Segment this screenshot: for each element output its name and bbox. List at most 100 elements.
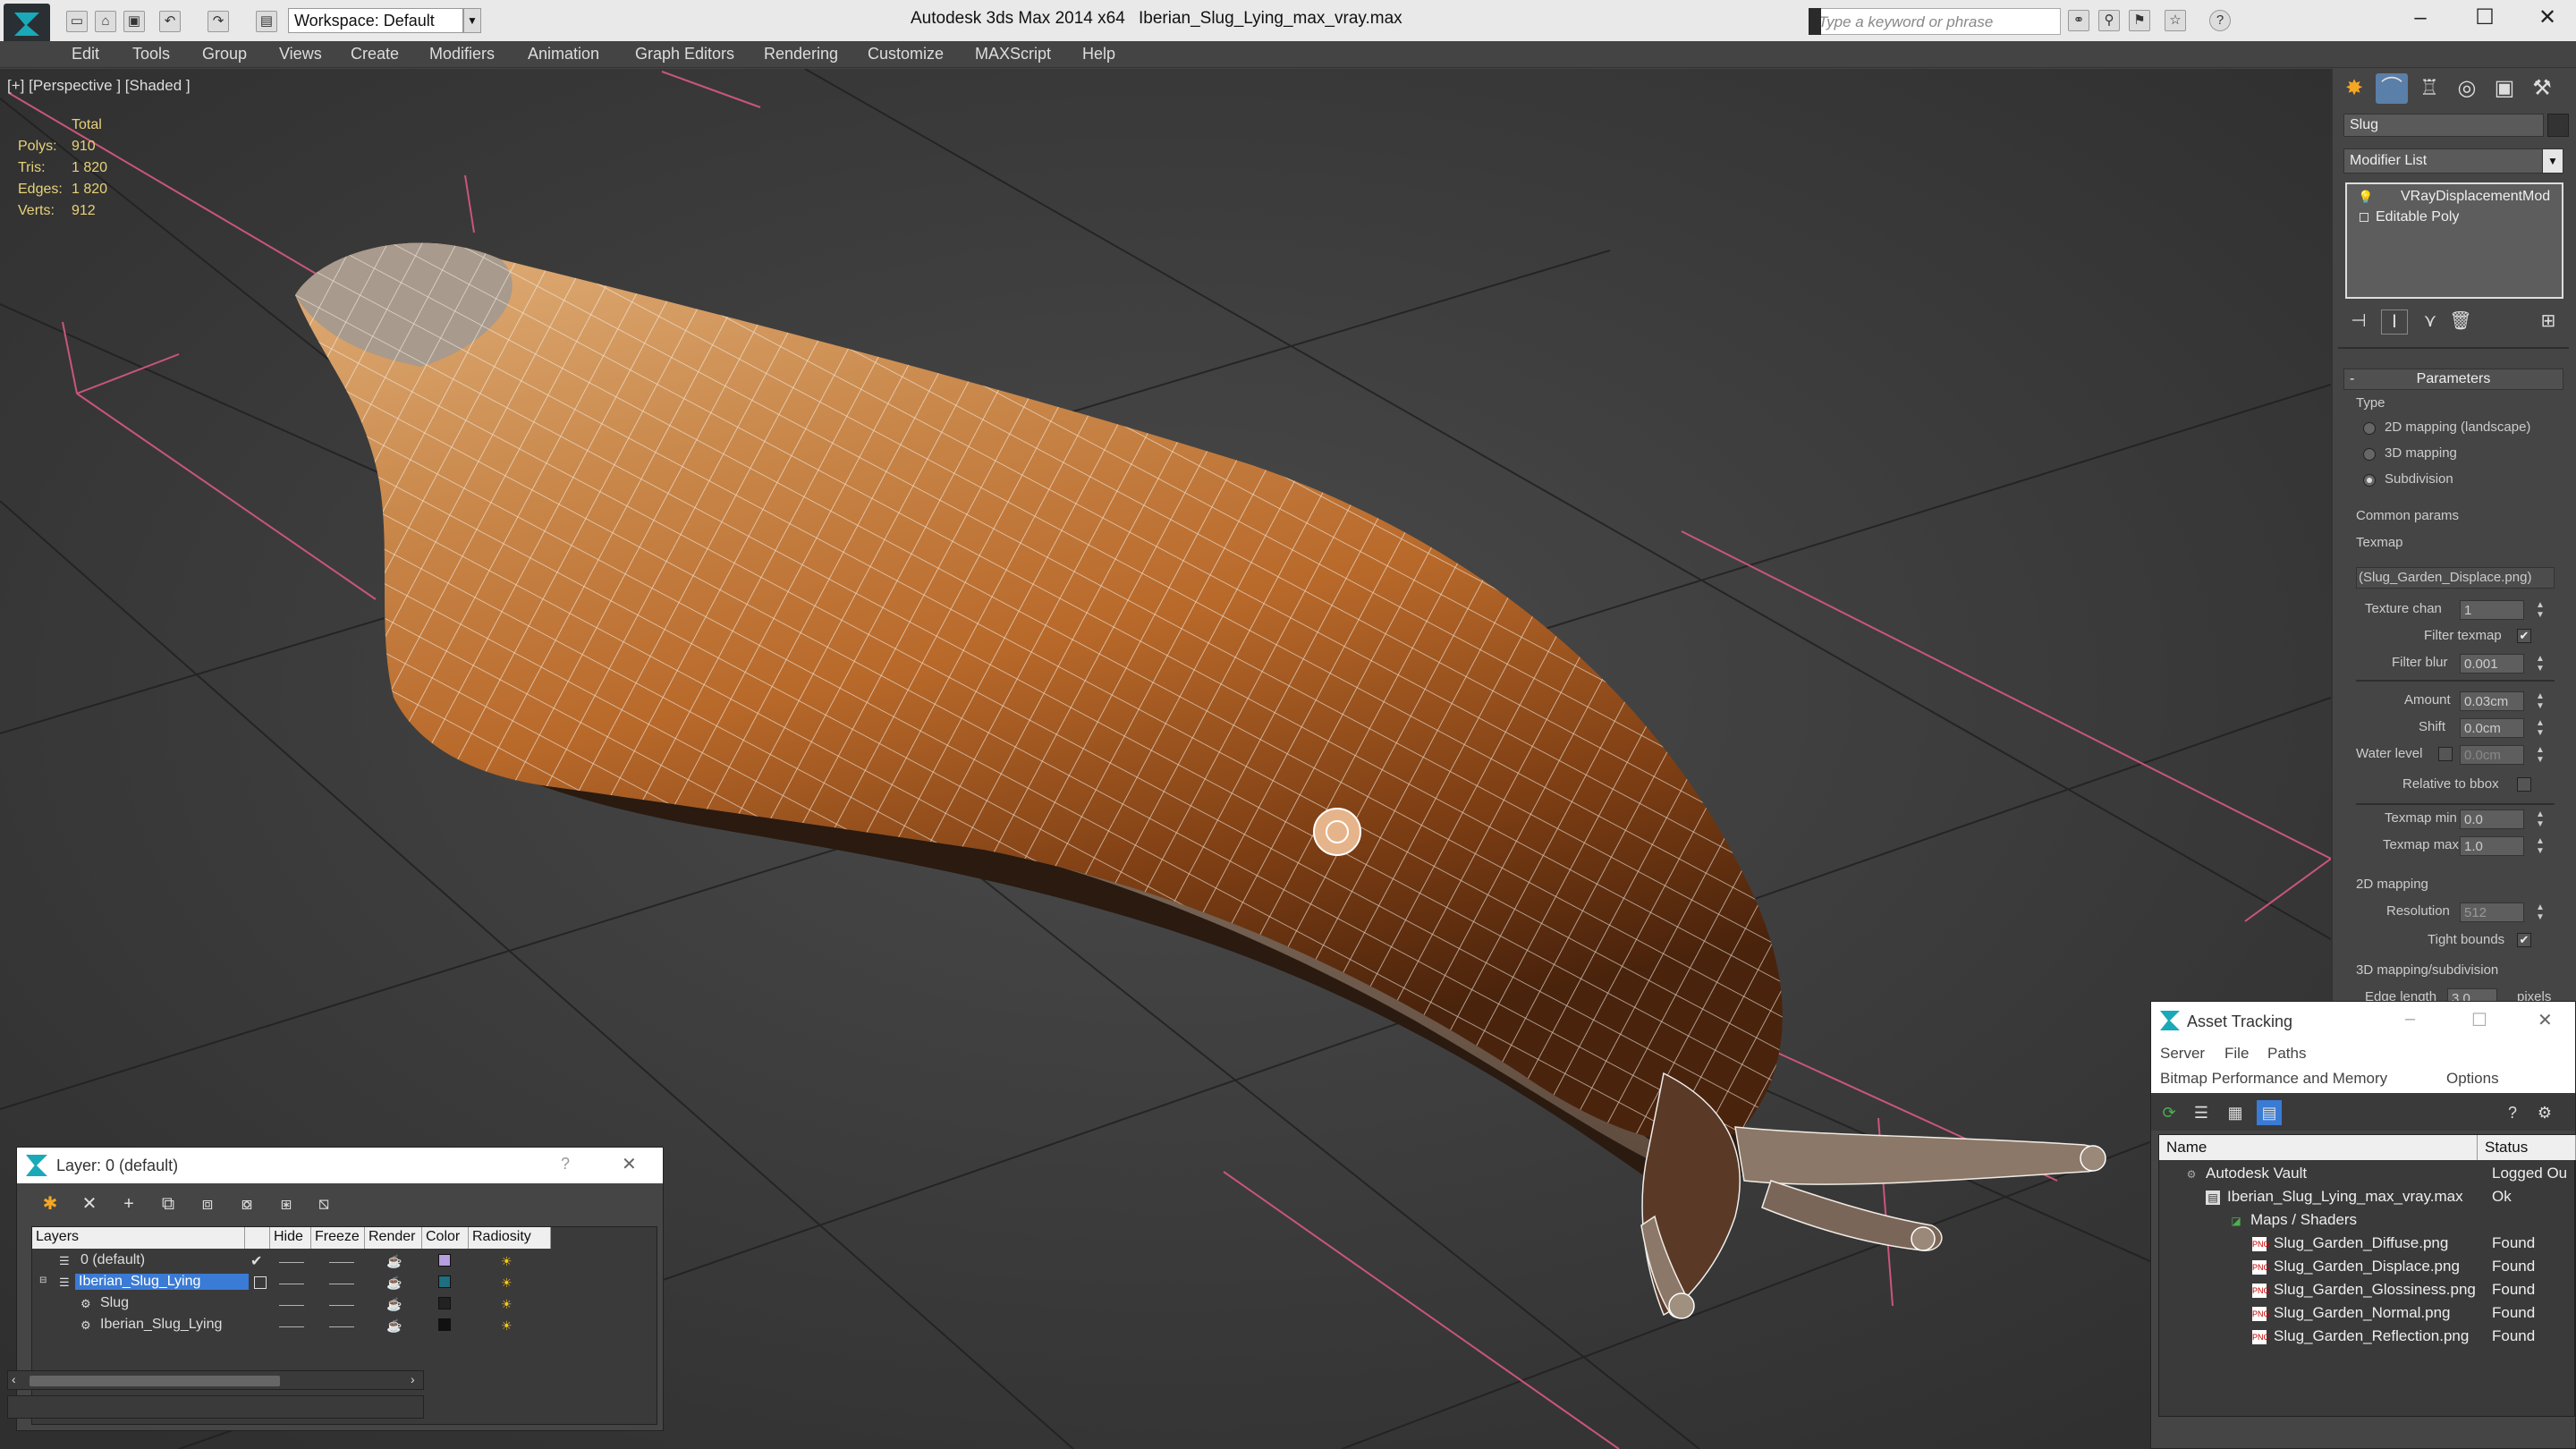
filter-blur-spinner[interactable]: 0.001 [2460, 654, 2524, 674]
layer-object-name[interactable]: Slug [97, 1295, 132, 1311]
hide-toggle[interactable]: —— [279, 1254, 304, 1268]
table-view-icon[interactable]: ▤ [2257, 1100, 2282, 1125]
freeze-all-icon[interactable]: ⧆ [273, 1191, 300, 1217]
menu-graph-editors[interactable]: Graph Editors [635, 45, 734, 64]
freeze-toggle[interactable]: —— [329, 1297, 354, 1311]
chevron-down-icon[interactable]: ▼ [2542, 148, 2563, 174]
current-layer-checkmark[interactable]: ✔ [250, 1252, 262, 1270]
app-logo-icon[interactable] [4, 4, 50, 45]
radiosity-icon[interactable]: ☀ [501, 1297, 513, 1312]
menu-customize[interactable]: Customize [868, 45, 944, 64]
menu-create[interactable]: Create [351, 45, 399, 64]
object-name-field[interactable]: Slug [2343, 114, 2544, 137]
asset-row[interactable]: PNG Slug_Garden_Diffuse.png Found [2159, 1232, 2576, 1255]
layer-dialog-titlebar[interactable]: Layer: 0 (default) ? ✕ [17, 1148, 663, 1183]
amount-spinner[interactable]: 0.03cm [2460, 691, 2524, 711]
utilities-tab-icon[interactable]: ⚒ [2526, 73, 2558, 104]
spinner-arrows-icon[interactable]: ▲ ▼ [2535, 718, 2546, 738]
layer-name[interactable]: 0 (default) [77, 1252, 148, 1268]
radiosity-icon[interactable]: ☀ [501, 1254, 513, 1269]
redo-icon[interactable]: ↷ [208, 11, 229, 32]
teapot-render-icon[interactable]: ☕ [386, 1297, 402, 1312]
asset-dialog-titlebar[interactable]: Asset Tracking – ☐ ✕ [2151, 1002, 2575, 1041]
expand-icon[interactable] [2360, 213, 2368, 222]
menu-file[interactable]: File [2224, 1045, 2249, 1063]
lightbulb-icon[interactable]: 💡 [2358, 190, 2373, 205]
texmap-min-spinner[interactable]: 0.0 [2460, 809, 2524, 829]
column-radiosity[interactable]: Radiosity [469, 1227, 551, 1249]
horizontal-scrollbar[interactable]: ‹ › [7, 1370, 424, 1390]
column-freeze[interactable]: Freeze [311, 1227, 365, 1249]
menu-help[interactable]: Help [1082, 45, 1115, 64]
layer-options-icon[interactable]: ⧅ [310, 1191, 337, 1217]
teapot-render-icon[interactable]: ☕ [386, 1318, 402, 1334]
project-folder-icon[interactable]: ▤ [256, 11, 277, 32]
teapot-render-icon[interactable]: ☕ [386, 1275, 402, 1291]
spinner-arrows-icon[interactable]: ▲ ▼ [2535, 654, 2546, 674]
help-icon[interactable]: ? [2500, 1100, 2525, 1125]
column-layers[interactable]: Layers [32, 1227, 245, 1249]
help-button[interactable]: ? [561, 1155, 570, 1174]
menu-views[interactable]: Views [279, 45, 322, 64]
asset-row[interactable]: PNG Slug_Garden_Reflection.png Found [2159, 1325, 2576, 1348]
close-button[interactable]: ✕ [2538, 1009, 2553, 1031]
workspace-dropdown-icon[interactable]: ▼ [463, 8, 481, 33]
layer-row[interactable]: ⚙ Iberian_Slug_Lying —— —— ☕ ☀ [32, 1315, 551, 1336]
new-file-icon[interactable]: ▭ [66, 11, 88, 32]
workspace-select[interactable]: Workspace: Default [288, 8, 463, 33]
layer-color-swatch[interactable] [438, 1318, 451, 1331]
hide-toggle[interactable]: —— [279, 1297, 304, 1311]
modifier-list-dropdown[interactable]: Modifier List [2343, 148, 2562, 174]
layer-name[interactable]: Iberian_Slug_Lying [75, 1274, 249, 1290]
column-color[interactable]: Color [422, 1227, 469, 1249]
hierarchy-tab-icon[interactable]: ♖ [2413, 73, 2445, 104]
asset-row[interactable]: ▤ Iberian_Slug_Lying_max_vray.max Ok [2159, 1185, 2576, 1208]
close-button[interactable]: ✕ [2529, 5, 2565, 32]
highlight-layer-icon[interactable]: ⧈ [194, 1191, 221, 1217]
scrollbar-thumb[interactable] [30, 1376, 280, 1386]
display-tab-icon[interactable]: ▣ [2488, 73, 2521, 104]
settings-gear-icon[interactable]: ⚙ [2532, 1100, 2557, 1125]
teapot-render-icon[interactable]: ☕ [386, 1254, 402, 1269]
radio-2d-mapping[interactable] [2363, 422, 2376, 435]
thumbnail-view-icon[interactable]: ▦ [2223, 1100, 2248, 1125]
water-level-checkbox[interactable] [2438, 747, 2453, 761]
freeze-toggle[interactable]: —— [329, 1275, 354, 1290]
parameters-rollout-header[interactable]: - Parameters [2343, 369, 2563, 390]
asset-row[interactable]: PNG Slug_Garden_Normal.png Found [2159, 1301, 2576, 1325]
collapse-icon[interactable]: ⊟ [39, 1275, 47, 1285]
select-objects-icon[interactable]: ⧉ [155, 1191, 182, 1217]
delete-layer-icon[interactable]: ✕ [76, 1191, 103, 1217]
asset-row[interactable]: PNG Slug_Garden_Glossiness.png Found [2159, 1278, 2576, 1301]
filter-texmap-checkbox[interactable]: ✔ [2517, 629, 2531, 643]
hide-toggle[interactable]: —— [279, 1275, 304, 1290]
scroll-left-icon[interactable]: ‹ [12, 1372, 16, 1386]
motion-tab-icon[interactable]: ◎ [2451, 73, 2483, 104]
tight-bounds-checkbox[interactable]: ✔ [2517, 933, 2531, 947]
menu-edit[interactable]: Edit [72, 45, 99, 64]
create-layer-icon[interactable]: ✱ [37, 1191, 64, 1217]
asset-row[interactable]: ◪ Maps / Shaders [2159, 1208, 2576, 1232]
column-status[interactable]: Status [2478, 1135, 2576, 1160]
menu-server[interactable]: Server [2160, 1045, 2205, 1063]
communication-icon[interactable]: ⚑ [2129, 10, 2150, 31]
close-button[interactable]: ✕ [622, 1153, 637, 1175]
layer-object-name[interactable]: Iberian_Slug_Lying [97, 1317, 225, 1333]
scroll-right-icon[interactable]: › [411, 1372, 415, 1386]
freeze-toggle[interactable]: —— [329, 1254, 354, 1268]
stack-item-editable-poly[interactable]: Editable Poly [2376, 209, 2459, 225]
show-end-result-icon[interactable]: Ⅰ [2381, 309, 2408, 335]
help-icon[interactable]: ? [2209, 10, 2231, 31]
menu-options[interactable]: Options [2446, 1070, 2499, 1088]
menu-tools[interactable]: Tools [132, 45, 170, 64]
current-layer-checkbox[interactable] [254, 1276, 267, 1289]
layer-row[interactable]: ☰ 0 (default) ✔ —— —— ☕ ☀ [32, 1250, 551, 1272]
menu-group[interactable]: Group [202, 45, 247, 64]
radio-subdivision[interactable] [2363, 474, 2376, 487]
water-level-spinner[interactable]: 0.0cm [2460, 745, 2524, 765]
hide-toggle[interactable]: —— [279, 1318, 304, 1333]
spinner-arrows-icon[interactable]: ▲ ▼ [2535, 691, 2546, 711]
column-render[interactable]: Render [365, 1227, 422, 1249]
radiosity-icon[interactable]: ☀ [501, 1275, 513, 1291]
spinner-arrows-icon[interactable]: ▲ ▼ [2535, 902, 2546, 922]
